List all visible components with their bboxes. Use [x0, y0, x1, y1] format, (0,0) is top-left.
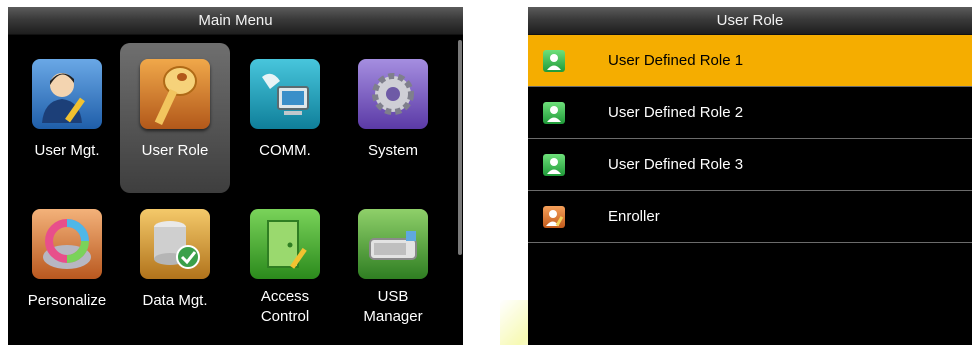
- user-role-icon: [543, 102, 565, 124]
- menu-item-label: Personalize: [27, 292, 107, 309]
- menu-item-label-line2: Manager: [363, 308, 423, 325]
- main-menu-screen: Main Menu User Mgt. User Role COMM. Syst…: [8, 7, 463, 345]
- menu-item-label: User Role: [141, 142, 209, 159]
- menu-item-label-line1: USB: [377, 288, 409, 305]
- menu-item-access-control[interactable]: Access Control: [230, 198, 340, 343]
- usb-drive-icon: [358, 209, 428, 279]
- menu-item-label: USB Manager: [338, 287, 448, 327]
- role-item-user-defined-3[interactable]: User Defined Role 3: [528, 139, 972, 191]
- menu-scrollbar[interactable]: [458, 40, 462, 255]
- role-item-enroller[interactable]: Enroller: [528, 191, 972, 243]
- user-role-icon: [543, 50, 565, 72]
- menu-item-system[interactable]: System: [338, 46, 448, 191]
- menu-item-user-mgt[interactable]: User Mgt.: [12, 46, 122, 191]
- menu-item-label: COMM.: [259, 142, 311, 159]
- menu-item-label-line2: Control: [260, 308, 310, 325]
- role-item-label: Enroller: [608, 208, 660, 225]
- user-management-icon: [32, 59, 102, 129]
- role-item-user-defined-1[interactable]: User Defined Role 1: [528, 35, 972, 87]
- user-role-icon: [543, 154, 565, 176]
- main-menu-grid: User Mgt. User Role COMM. System Persona…: [8, 40, 448, 345]
- color-wheel-icon: [32, 209, 102, 279]
- user-role-screen: User Role User Defined Role 1 User Defin…: [528, 7, 972, 345]
- menu-item-label: Data Mgt.: [142, 292, 208, 309]
- menu-item-label: Access Control: [230, 287, 340, 327]
- main-menu-title: Main Menu: [8, 7, 463, 35]
- enroller-icon: [543, 206, 565, 228]
- menu-item-label: User Mgt.: [34, 142, 100, 159]
- menu-item-label-line1: Access: [260, 288, 310, 305]
- gear-icon: [358, 59, 428, 129]
- menu-item-usb-manager[interactable]: USB Manager: [338, 198, 448, 343]
- key-icon: [140, 59, 210, 129]
- role-item-label: User Defined Role 2: [608, 104, 744, 121]
- communication-icon: [250, 59, 320, 129]
- door-icon: [250, 209, 320, 279]
- database-check-icon: [140, 209, 210, 279]
- menu-item-comm[interactable]: COMM.: [230, 46, 340, 191]
- user-role-title: User Role: [528, 7, 972, 35]
- role-item-label: User Defined Role 3: [608, 156, 744, 173]
- menu-item-user-role[interactable]: User Role: [120, 43, 230, 193]
- role-item-user-defined-2[interactable]: User Defined Role 2: [528, 87, 972, 139]
- menu-item-personalize[interactable]: Personalize: [12, 198, 122, 343]
- menu-item-label: System: [367, 142, 418, 159]
- role-item-label: User Defined Role 1: [608, 52, 744, 69]
- menu-item-data-mgt[interactable]: Data Mgt.: [120, 198, 230, 343]
